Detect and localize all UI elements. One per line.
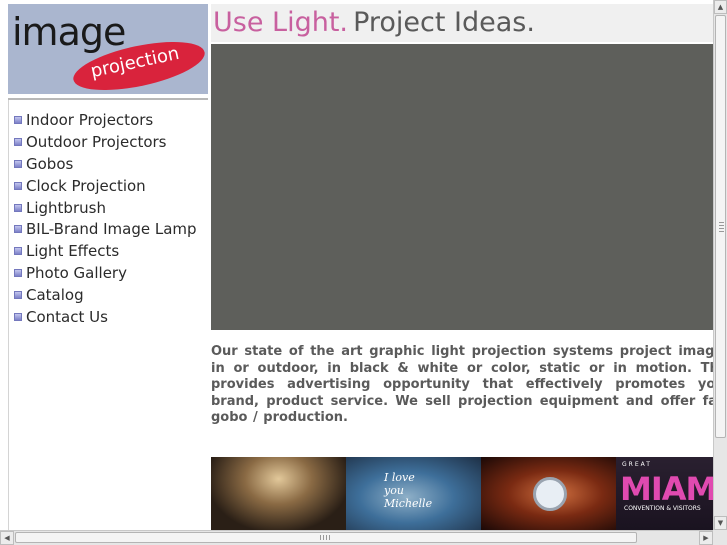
scroll-left-arrow-icon[interactable]: ◀ (0, 531, 14, 545)
nav-item-indoor-projectors[interactable]: Indoor Projectors (14, 109, 197, 131)
thumbnail-love-message[interactable]: I love you Michelle (346, 457, 481, 530)
thumbnail-tag-text: CONVENTION & VISITORS (624, 505, 701, 512)
intro-paragraph: Our state of the art graphic light proje… (211, 344, 713, 425)
caption-line: I love (384, 471, 415, 484)
vertical-scrollbar[interactable]: ▲ ▼ (713, 0, 727, 530)
vertical-scroll-thumb[interactable] (715, 15, 726, 438)
thumbnail-top-text: GREAT (622, 461, 652, 468)
nav-item-photo-gallery[interactable]: Photo Gallery (14, 262, 197, 284)
thumbnail-clock-building[interactable] (481, 457, 616, 530)
nav-item-gobos[interactable]: Gobos (14, 153, 197, 175)
grip-icon (719, 222, 724, 232)
square-bullet-icon (14, 312, 22, 321)
nav-item-label: Photo Gallery (26, 264, 127, 283)
caption-line: you (384, 484, 404, 497)
thumbnail-miami-convention[interactable]: GREAT MIAM CONVENTION & VISITORS (616, 457, 713, 530)
square-bullet-icon (14, 115, 22, 124)
sidebar-border (8, 100, 9, 530)
square-bullet-icon (14, 137, 22, 146)
hero-image (211, 44, 713, 330)
nav-item-clock-projection[interactable]: Clock Projection (14, 175, 197, 197)
nav-item-label: Light Effects (26, 242, 120, 261)
horizontal-scroll-thumb[interactable] (15, 532, 637, 543)
thumbnail-big-text: MIAM (620, 470, 713, 508)
logo-wordmark: image (12, 10, 126, 54)
grip-icon (320, 535, 332, 540)
horizontal-scrollbar[interactable]: ◀ ▶ (0, 530, 713, 545)
square-bullet-icon (14, 247, 22, 256)
page-viewport: image projection Indoor Projectors Outdo… (0, 0, 713, 530)
square-bullet-icon (14, 159, 22, 168)
thumbnail-street-projection[interactable] (211, 457, 346, 530)
scroll-down-arrow-icon[interactable]: ▼ (714, 516, 727, 530)
square-bullet-icon (14, 291, 22, 300)
headline-accent: Use Light. (213, 7, 348, 38)
square-bullet-icon (14, 269, 22, 278)
nav-item-label: Catalog (26, 286, 84, 305)
nav-item-label: Indoor Projectors (26, 110, 154, 129)
clock-icon (533, 477, 567, 511)
square-bullet-icon (14, 181, 22, 190)
page-headline: Use Light. Project Ideas. (211, 4, 713, 42)
nav-item-bil-brand-image-lamp[interactable]: BIL-Brand Image Lamp (14, 218, 197, 240)
scroll-up-arrow-icon[interactable]: ▲ (714, 0, 727, 14)
site-logo[interactable]: image projection (8, 4, 208, 94)
caption-line: Michelle (384, 497, 433, 510)
nav-item-outdoor-projectors[interactable]: Outdoor Projectors (14, 131, 197, 153)
nav-item-label: Clock Projection (26, 176, 146, 195)
sidebar-nav: Indoor Projectors Outdoor Projectors Gob… (14, 109, 197, 328)
square-bullet-icon (14, 225, 22, 234)
nav-item-contact-us[interactable]: Contact Us (14, 306, 197, 328)
thumbnail-strip: I love you Michelle GREAT MIAM CONVENTIO… (211, 457, 713, 530)
nav-item-label: Contact Us (26, 307, 108, 326)
nav-divider (8, 98, 208, 100)
thumbnail-caption: I love you Michelle (384, 471, 432, 510)
nav-item-label: Lightbrush (26, 198, 106, 217)
square-bullet-icon (14, 203, 22, 212)
nav-item-light-effects[interactable]: Light Effects (14, 240, 197, 262)
nav-item-label: Gobos (26, 154, 74, 173)
scrollbar-corner (713, 530, 727, 545)
nav-item-catalog[interactable]: Catalog (14, 284, 197, 306)
headline-rest: Project Ideas. (353, 7, 535, 38)
nav-item-label: Outdoor Projectors (26, 132, 167, 151)
scroll-right-arrow-icon[interactable]: ▶ (699, 531, 713, 545)
nav-item-lightbrush[interactable]: Lightbrush (14, 197, 197, 219)
nav-item-label: BIL-Brand Image Lamp (26, 220, 197, 239)
